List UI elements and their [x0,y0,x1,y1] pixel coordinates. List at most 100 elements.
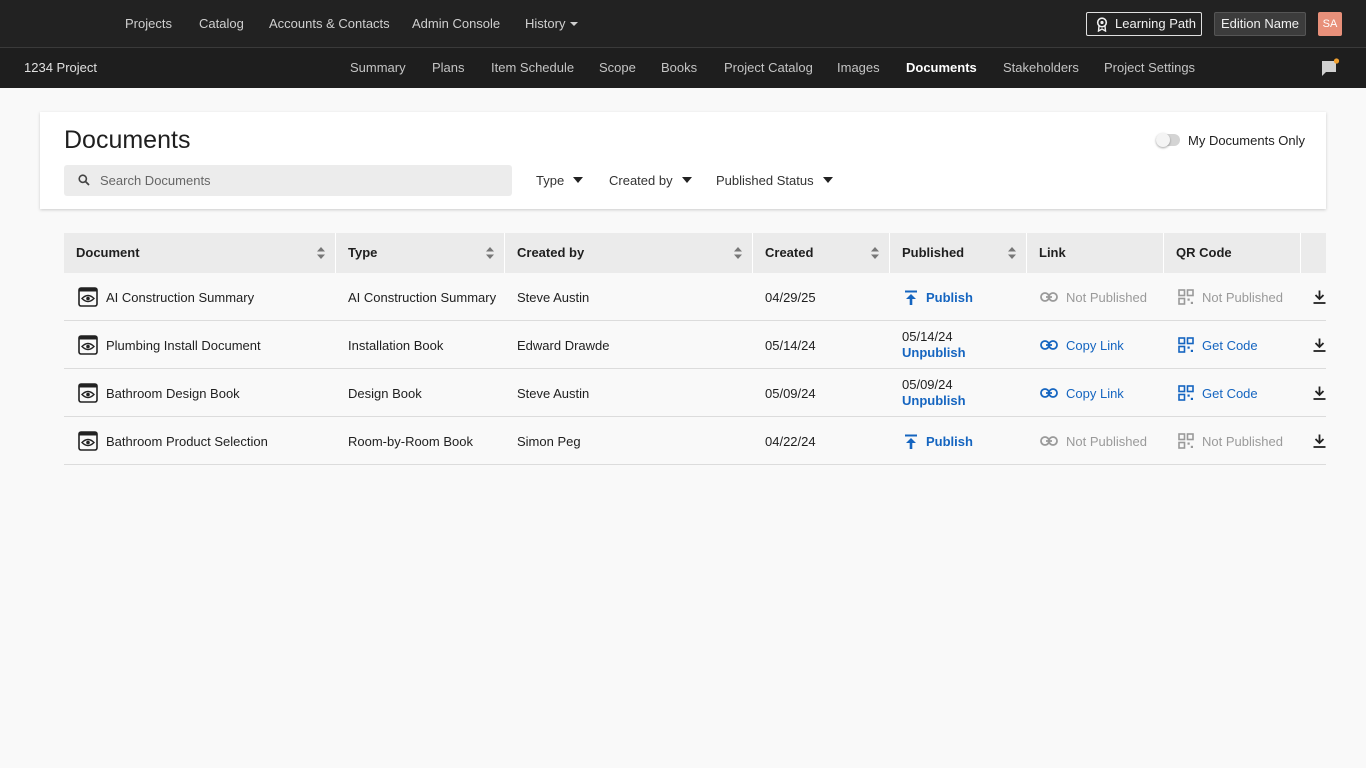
chat-flag-icon[interactable] [1320,58,1340,78]
caret-down-icon [573,177,584,184]
eye-document-icon [78,335,98,355]
column-document[interactable]: Document [64,233,336,273]
upload-arrow-icon [905,434,917,449]
badge-icon [1096,17,1108,32]
unpublish-button[interactable]: Unpublish [902,393,966,409]
nav-history-label: History [525,16,566,31]
download-icon [1313,338,1326,352]
eye-document-icon [78,383,98,403]
column-label: Created [765,245,814,260]
nav-projects[interactable]: Projects [125,0,172,48]
publish-button[interactable]: Publish [904,273,973,321]
page-title: Documents [64,126,191,154]
column-type[interactable]: Type [336,233,505,273]
document-cell[interactable]: Plumbing Install Document [78,321,261,369]
filter-type[interactable]: Type [536,165,584,196]
filter-published-status[interactable]: Published Status [716,165,833,196]
column-created-by[interactable]: Created by [505,233,753,273]
edition-button[interactable]: Edition Name [1214,12,1306,36]
publish-label: Publish [926,433,973,449]
table-row: Plumbing Install Document Installation B… [64,321,1326,369]
get-code-button[interactable]: Get Code [1178,369,1258,417]
created-by-cell: Steve Austin [517,289,590,305]
document-cell[interactable]: Bathroom Design Book [78,369,240,417]
nav-catalog[interactable]: Catalog [199,0,244,48]
table-row: Bathroom Design Book Design Book Steve A… [64,369,1326,417]
tab-scope[interactable]: Scope [599,48,636,88]
document-name: Bathroom Product Selection [106,433,268,449]
my-documents-toggle[interactable] [1156,133,1180,147]
qr-label: Not Published [1202,433,1283,449]
type-cell: Design Book [348,385,422,401]
tab-plans[interactable]: Plans [432,48,465,88]
eye-document-icon [78,431,98,451]
download-button[interactable] [1313,417,1326,465]
table-row: AI Construction Summary AI Construction … [64,273,1326,321]
filter-type-label: Type [536,173,565,188]
link-label: Copy Link [1066,337,1124,353]
tab-stakeholders[interactable]: Stakeholders [1003,48,1079,88]
learning-path-button[interactable]: Learning Path [1086,12,1202,36]
upload-arrow-icon [905,290,917,305]
link-cell: Not Published [1040,273,1147,321]
column-qr-code: QR Code [1164,233,1301,273]
column-link: Link [1027,233,1164,273]
download-button[interactable] [1313,321,1326,369]
copy-link-button[interactable]: Copy Link [1040,369,1124,417]
column-created[interactable]: Created [753,233,890,273]
published-cell: 05/09/24 Unpublish [902,369,966,417]
created-cell: 04/29/25 [765,289,816,305]
qr-code-icon [1178,289,1194,305]
published-cell: 05/14/24 Unpublish [902,321,966,369]
download-button[interactable] [1313,273,1326,321]
chain-link-icon [1040,388,1058,398]
sort-icon [1008,247,1016,259]
type-cell: Installation Book [348,337,444,353]
column-published[interactable]: Published [890,233,1027,273]
type-cell: AI Construction Summary [348,289,497,305]
link-label: Not Published [1066,289,1147,305]
sort-icon [871,247,879,259]
download-icon [1313,386,1326,400]
nav-accounts-contacts[interactable]: Accounts & Contacts [269,0,390,48]
created-by-cell: Simon Peg [517,433,581,449]
table-header: Document Type Created by Created Publish… [64,233,1326,273]
get-code-button[interactable]: Get Code [1178,321,1258,369]
search-box [64,165,512,196]
filter-published-status-label: Published Status [716,173,814,188]
document-cell[interactable]: Bathroom Product Selection [78,417,268,465]
search-input[interactable] [100,165,500,196]
copy-link-button[interactable]: Copy Link [1040,321,1124,369]
document-cell[interactable]: AI Construction Summary [78,273,254,321]
tab-summary[interactable]: Summary [350,48,406,88]
publish-button[interactable]: Publish [904,417,973,465]
filter-created-by[interactable]: Created by [609,165,692,196]
qr-code-icon [1178,385,1194,401]
tab-item-schedule[interactable]: Item Schedule [491,48,574,88]
tab-documents[interactable]: Documents [906,48,977,88]
search-icon [78,174,90,186]
chain-link-icon [1040,436,1058,446]
qr-label: Get Code [1202,385,1258,401]
chain-link-icon [1040,292,1058,302]
unpublish-button[interactable]: Unpublish [902,345,966,361]
qr-code-icon [1178,433,1194,449]
type-cell: Room-by-Room Book [348,433,473,449]
tab-images[interactable]: Images [837,48,880,88]
download-button[interactable] [1313,369,1326,417]
tab-books[interactable]: Books [661,48,697,88]
created-cell: 04/22/24 [765,433,816,449]
nav-history[interactable]: History [525,0,579,48]
column-download [1301,233,1326,273]
tab-project-settings[interactable]: Project Settings [1104,48,1195,88]
learning-path-label: Learning Path [1115,16,1196,31]
avatar[interactable]: SA [1318,12,1342,36]
nav-admin-console[interactable]: Admin Console [412,0,500,48]
tab-project-catalog[interactable]: Project Catalog [724,48,813,88]
link-label: Copy Link [1066,385,1124,401]
published-date: 05/14/24 [902,329,953,344]
caret-down-icon [681,177,692,184]
created-cell: 05/09/24 [765,385,816,401]
qr-code-icon [1178,337,1194,353]
column-label: Document [76,245,140,260]
